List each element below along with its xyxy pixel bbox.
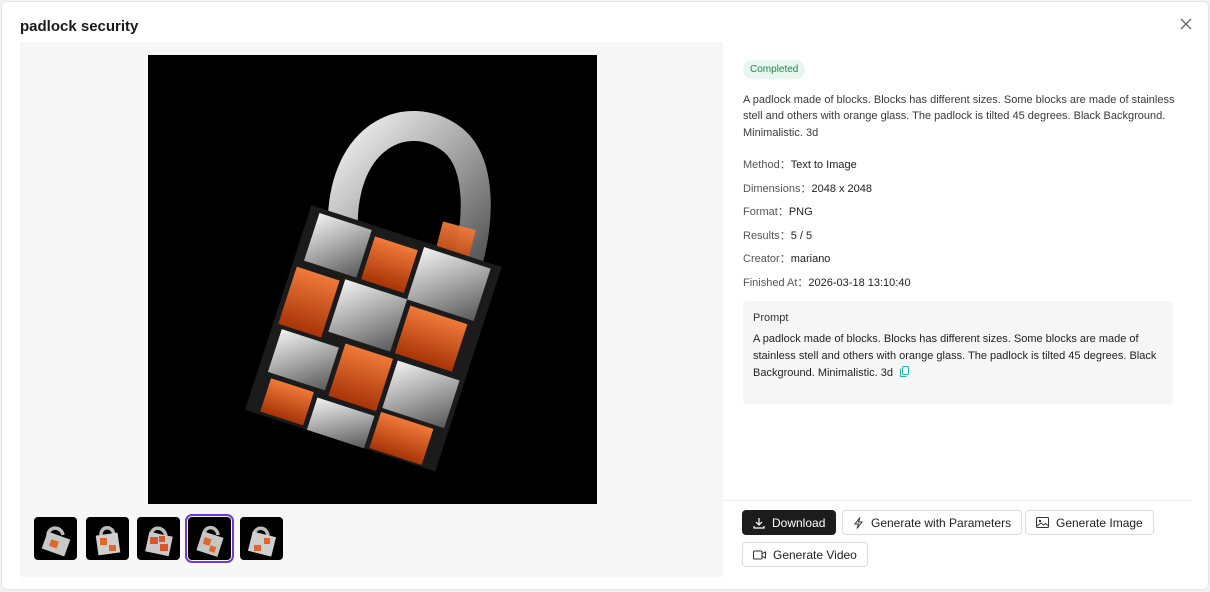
meta-format: Format：PNG: [743, 203, 813, 219]
description-text: A padlock made of blocks. Blocks has dif…: [743, 94, 1175, 139]
meta-finished-at: Finished At：2026-03-18 13:10:40: [743, 274, 911, 290]
thumbnail-2[interactable]: [86, 517, 129, 560]
meta-value: 2048 x 2048: [811, 183, 873, 195]
generate-with-parameters-label: Generate with Parameters: [871, 515, 1012, 530]
close-button[interactable]: [1176, 14, 1196, 34]
video-icon: [753, 550, 766, 559]
actions-divider: [724, 500, 1192, 501]
meta-value: 2026-03-18 13:10:40: [808, 277, 911, 289]
meta-creator: Creator：mariano: [743, 250, 830, 266]
meta-separator: ：: [777, 206, 789, 218]
dialog-title: padlock security: [20, 18, 139, 35]
result-dialog: padlock security Completed A padlock mad…: [1, 1, 1209, 590]
meta-value: PNG: [788, 206, 813, 218]
image-icon: [1036, 517, 1049, 528]
prompt-box: Prompt A padlock made of blocks. Blocks …: [743, 301, 1173, 404]
download-label: Download: [772, 515, 826, 530]
lightning-icon: [853, 516, 864, 529]
meta-label: Format: [743, 206, 778, 218]
meta-label: Creator: [743, 253, 780, 265]
generate-image-button[interactable]: Generate Image: [1025, 510, 1154, 535]
meta-results: Results：5 / 5: [743, 227, 812, 243]
prompt-text: A padlock made of blocks. Blocks has dif…: [753, 331, 1163, 383]
copy-icon: [900, 366, 910, 377]
thumbnail-5[interactable]: [240, 517, 283, 560]
download-icon: [753, 517, 765, 529]
meta-value: 5 / 5: [790, 230, 813, 242]
meta-value: Text to Image: [790, 159, 857, 171]
thumbnail-3[interactable]: [137, 517, 180, 560]
meta-value: mariano: [790, 253, 831, 265]
preview-image: [148, 55, 597, 504]
meta-dimensions: Dimensions：2048 x 2048: [743, 180, 872, 196]
generate-image-label: Generate Image: [1056, 515, 1143, 530]
meta-method: Method：Text to Image: [743, 156, 857, 172]
close-icon: [1180, 18, 1192, 30]
generate-video-button[interactable]: Generate Video: [742, 542, 868, 567]
meta-separator: ：: [779, 159, 791, 171]
prompt-heading: Prompt: [753, 312, 789, 324]
preview-pane: [20, 42, 723, 577]
download-button[interactable]: Download: [742, 510, 837, 535]
meta-separator: ：: [800, 183, 812, 195]
thumbnail-4[interactable]: [185, 514, 234, 563]
copy-prompt-button[interactable]: [900, 366, 910, 383]
meta-label: Finished At: [743, 277, 798, 289]
meta-separator: ：: [797, 277, 809, 289]
generate-with-parameters-button[interactable]: Generate with Parameters: [842, 510, 1023, 535]
prompt-body: A padlock made of blocks. Blocks has dif…: [753, 333, 1157, 379]
thumbnail-1[interactable]: [34, 517, 77, 560]
generate-video-label: Generate Video: [773, 547, 857, 562]
meta-label: Results: [743, 230, 780, 242]
meta-label: Method: [743, 159, 780, 171]
meta-label: Dimensions: [743, 183, 801, 195]
status-badge: Completed: [743, 60, 806, 79]
meta-separator: ：: [779, 253, 791, 265]
meta-separator: ：: [779, 230, 791, 242]
